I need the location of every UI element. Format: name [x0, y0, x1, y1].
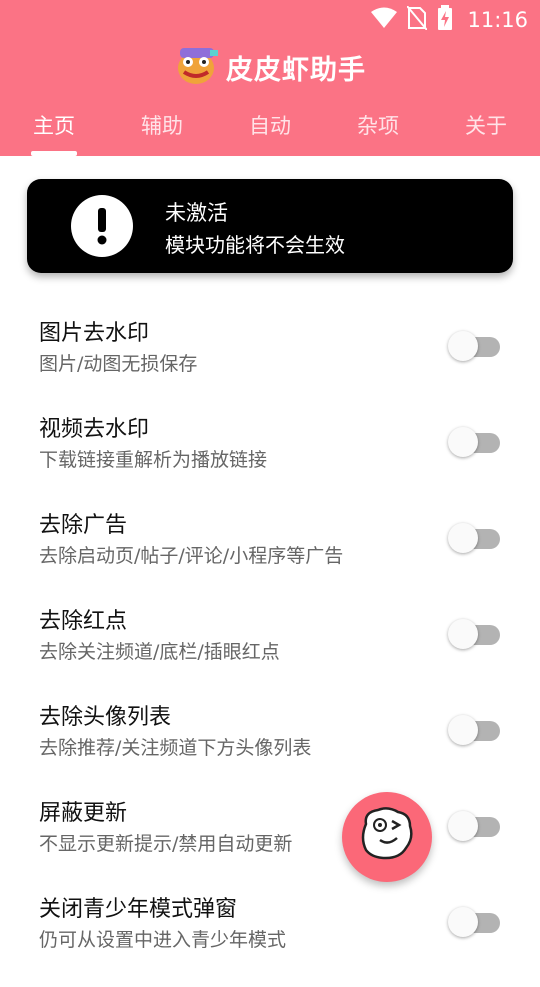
tab-assist[interactable]: 辅助	[108, 104, 216, 156]
status-time: 11:16	[467, 8, 528, 32]
tab-about[interactable]: 关于	[432, 104, 540, 156]
remove-ads-toggle[interactable]	[448, 521, 502, 555]
setting-row-remove-red-dots[interactable]: 去除红点 去除关注频道/底栏/插眼红点	[0, 603, 540, 699]
setting-row-image-watermark[interactable]: 图片去水印 图片/动图无损保存	[0, 315, 540, 411]
block-updates-toggle[interactable]	[448, 809, 502, 843]
setting-title: 视频去水印	[39, 417, 150, 442]
setting-description: 去除推荐/关注频道下方头像列表	[39, 737, 312, 759]
notice-subtitle: 模块功能将不会生效	[165, 233, 345, 257]
app-logo-icon	[174, 44, 220, 90]
teen-mode-popup-toggle[interactable]	[448, 905, 502, 939]
floating-action-button[interactable]	[342, 792, 432, 882]
setting-row-teen-mode-popup[interactable]: 关闭青少年模式弹窗 仍可从设置中进入青少年模式	[0, 891, 540, 987]
status-bar: 11:16	[0, 0, 540, 36]
setting-row-remove-avatar-list[interactable]: 去除头像列表 去除推荐/关注频道下方头像列表	[0, 699, 540, 795]
setting-description: 图片/动图无损保存	[39, 353, 198, 375]
video-watermark-toggle[interactable]	[448, 425, 502, 459]
tab-bar: 主页 辅助 自动 杂项 关于	[0, 104, 540, 156]
tab-home[interactable]: 主页	[0, 104, 108, 156]
notice-title: 未激活	[165, 201, 228, 225]
no-sim-icon	[406, 5, 429, 34]
shrimp-face-icon	[342, 807, 432, 886]
setting-row-video-watermark[interactable]: 视频去水印 下载链接重解析为播放链接	[0, 411, 540, 507]
setting-title: 去除红点	[39, 609, 128, 634]
wifi-icon	[371, 7, 398, 33]
remove-avatar-list-toggle[interactable]	[448, 713, 502, 747]
activation-notice-card[interactable]: 未激活 模块功能将不会生效	[27, 179, 513, 273]
setting-title: 去除广告	[39, 513, 128, 538]
setting-description: 下载链接重解析为播放链接	[39, 449, 268, 471]
setting-title: 屏蔽更新	[39, 801, 128, 826]
setting-title: 去除头像列表	[39, 705, 172, 730]
remove-red-dots-toggle[interactable]	[448, 617, 502, 651]
title-bar: 皮皮虾助手	[0, 44, 540, 90]
setting-row-remove-ads[interactable]: 去除广告 去除启动页/帖子/评论/小程序等广告	[0, 507, 540, 603]
setting-title: 图片去水印	[39, 321, 150, 346]
exclamation-icon	[71, 195, 133, 257]
tab-auto[interactable]: 自动	[216, 104, 324, 156]
battery-charging-icon	[437, 5, 453, 35]
setting-title: 关闭青少年模式弹窗	[39, 897, 238, 922]
setting-row-block-updates[interactable]: 屏蔽更新 不显示更新提示/禁用自动更新	[0, 795, 540, 891]
tab-misc[interactable]: 杂项	[324, 104, 432, 156]
setting-description: 去除关注频道/底栏/插眼红点	[39, 641, 280, 663]
setting-description: 去除启动页/帖子/评论/小程序等广告	[39, 545, 344, 567]
app-title: 皮皮虾助手	[226, 54, 366, 86]
tab-indicator	[31, 151, 77, 156]
image-watermark-toggle[interactable]	[448, 329, 502, 363]
app-header: 11:16 皮皮虾助手 主页 辅助 自动 杂项 关于	[0, 0, 540, 156]
setting-description: 不显示更新提示/禁用自动更新	[39, 833, 293, 855]
setting-description: 仍可从设置中进入青少年模式	[39, 929, 287, 951]
